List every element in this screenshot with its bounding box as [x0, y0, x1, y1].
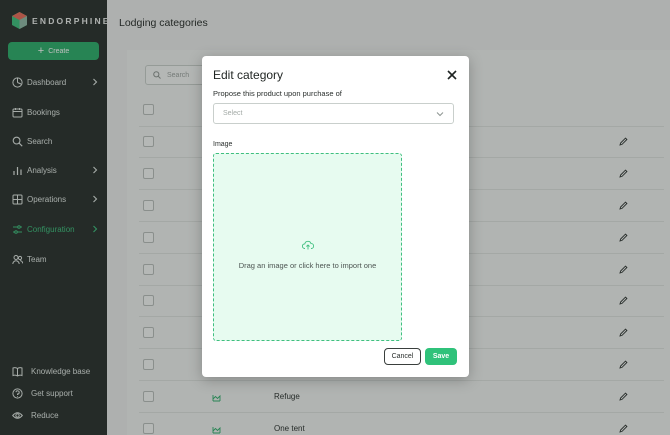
save-button[interactable]: Save: [425, 348, 457, 365]
cloud-upload-icon: [302, 240, 314, 250]
image-label: Image: [213, 141, 233, 148]
product-select[interactable]: Select: [213, 103, 454, 124]
image-dropzone[interactable]: Drag an image or click here to import on…: [213, 153, 402, 341]
cancel-button[interactable]: Cancel: [384, 348, 421, 365]
close-icon[interactable]: [446, 69, 458, 81]
select-placeholder: Select: [223, 110, 243, 117]
propose-label: Propose this product upon purchase of: [213, 89, 342, 98]
dropzone-text: Drag an image or click here to import on…: [238, 261, 377, 270]
dialog-title: Edit category: [213, 68, 284, 82]
chevron-down-icon: [436, 112, 444, 117]
edit-category-dialog: Edit category Propose this product upon …: [202, 56, 469, 377]
